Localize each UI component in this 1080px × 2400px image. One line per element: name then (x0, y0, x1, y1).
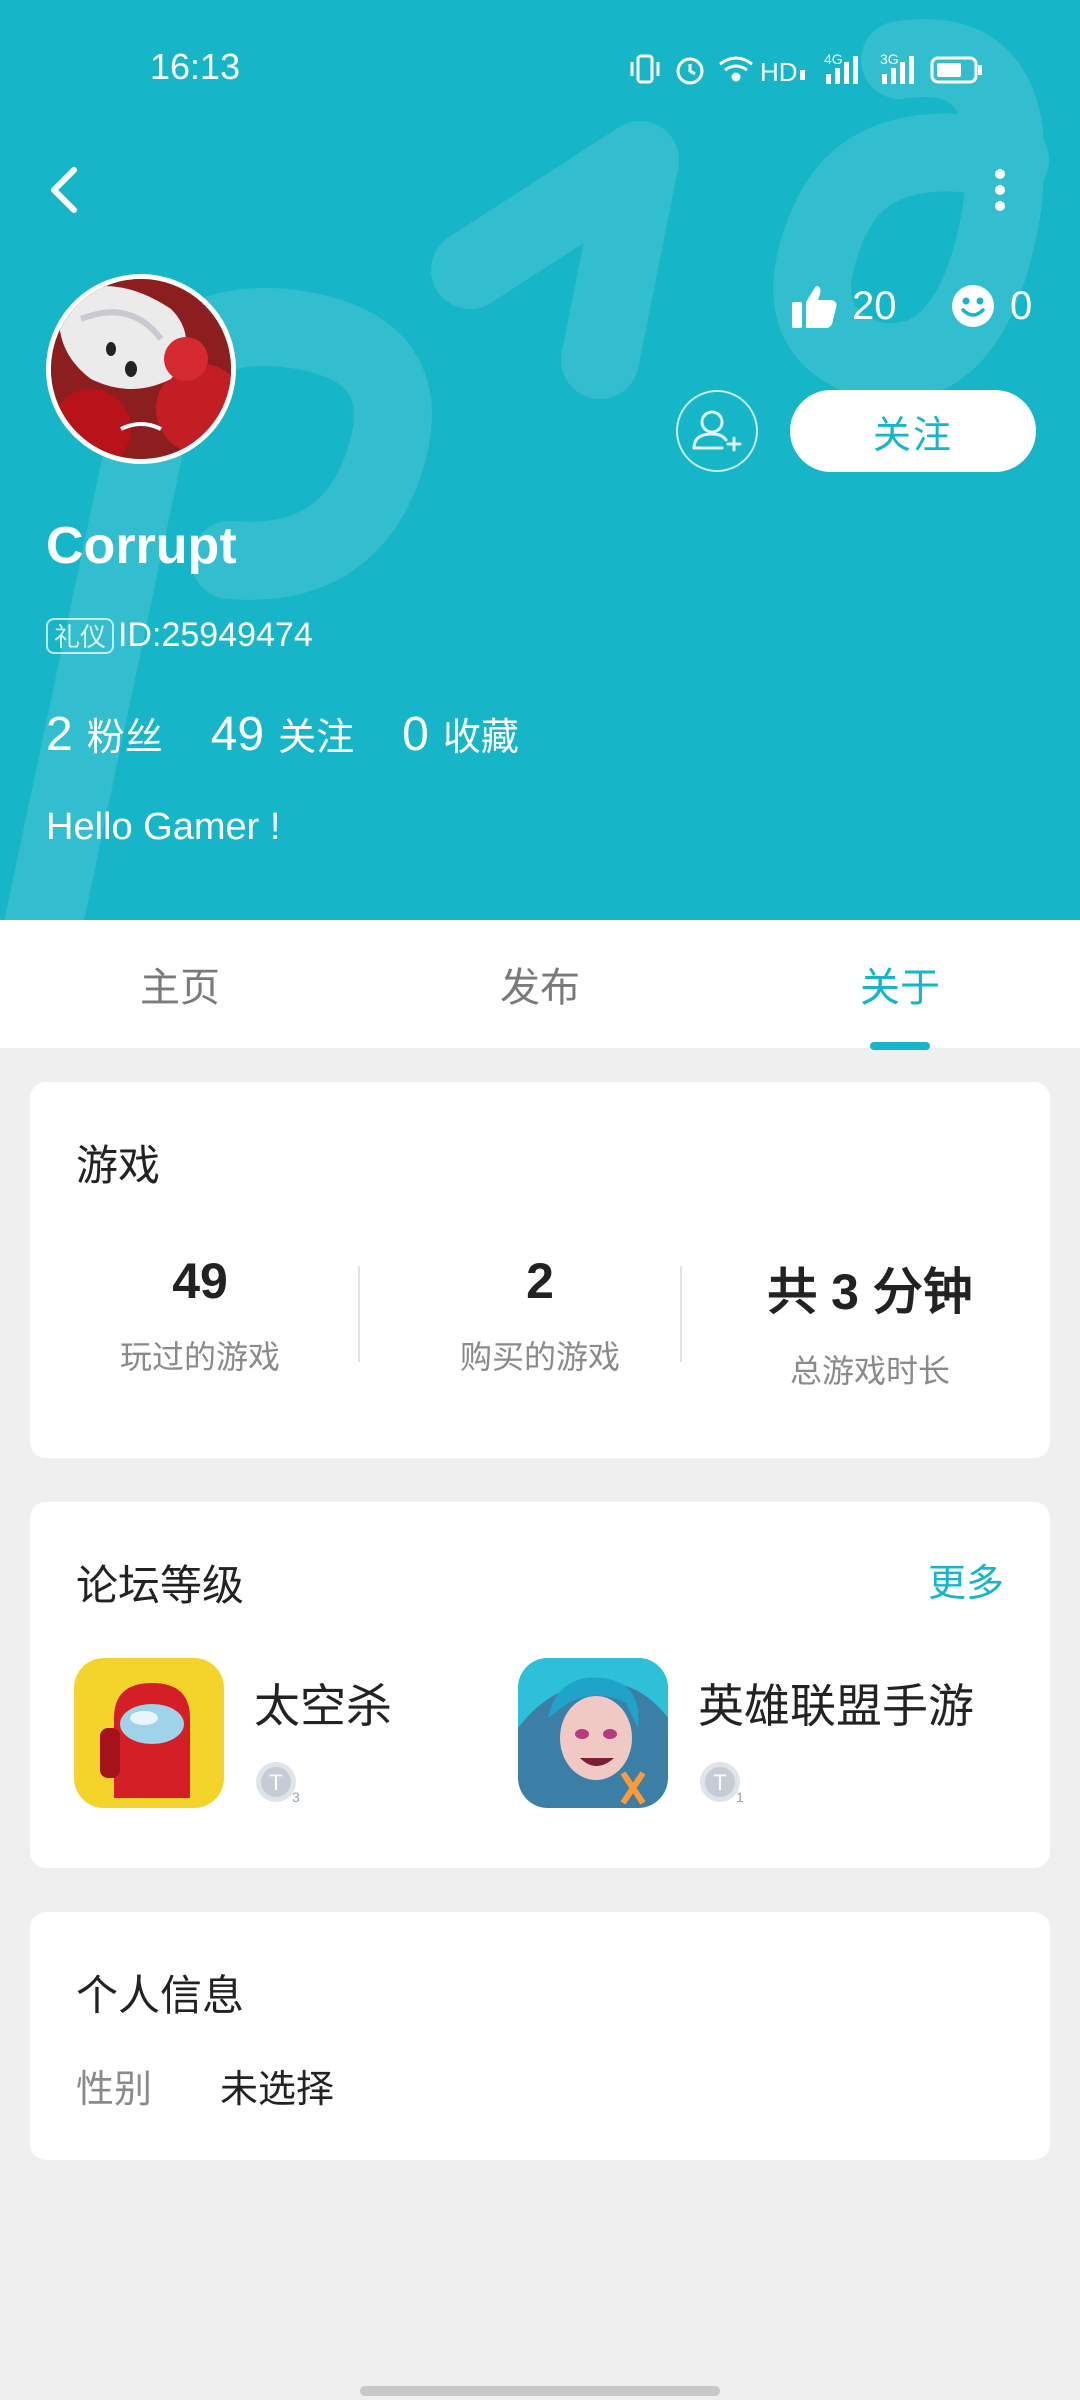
avatar-image (51, 279, 231, 459)
avatar[interactable] (46, 274, 236, 464)
played-games-label: 玩过的游戏 (119, 1338, 280, 1376)
smiles-count: 0 (1010, 283, 1033, 328)
add-user-icon (692, 410, 742, 452)
gender-value: 未选择 (220, 2067, 335, 2111)
svg-text:T: T (713, 1770, 726, 1795)
level-badge-icon: T 3 (256, 1762, 300, 1805)
playtime-value: 共 3 分钟 (767, 1264, 973, 1320)
played-games-stat[interactable]: 49 玩过的游戏 (40, 1252, 360, 1378)
games-card: 游戏 49 玩过的游戏 2 购买的游戏 共 3 分钟 总游戏时长 (30, 1082, 1050, 1458)
level-badge-icon: T 1 (700, 1762, 744, 1805)
game-name: 太空杀 (254, 1679, 392, 1733)
more-options-button[interactable] (972, 150, 1028, 230)
network-3g-label: 3G (880, 51, 899, 67)
game-name: 英雄联盟手游 (698, 1679, 974, 1733)
user-bio: Hello Gamer ! (46, 806, 281, 848)
status-time: 16:13 (150, 46, 241, 87)
level-number: 3 (292, 1789, 300, 1805)
username: Corrupt (46, 517, 237, 575)
back-button[interactable] (38, 150, 94, 230)
more-link[interactable]: 更多 (928, 1552, 1004, 1607)
favorites-label[interactable]: 收藏 (443, 706, 519, 761)
likes-count: 20 (852, 283, 897, 328)
followers-count[interactable]: 2 (46, 707, 73, 762)
profile-header: 16:13 HD 4G 3G 20 0 关注 Corrupt 礼仪 ID:259… (0, 0, 1080, 920)
active-tab-indicator (870, 1042, 930, 1050)
following-count[interactable]: 49 (211, 707, 264, 762)
games-card-title: 游戏 (76, 1141, 161, 1190)
purchased-games-stat[interactable]: 2 购买的游戏 (380, 1252, 700, 1378)
tab-home[interactable]: 主页 (0, 920, 360, 1048)
user-id: ID:25949474 (118, 616, 313, 654)
user-id-row: 礼仪 ID:25949474 (46, 616, 313, 655)
following-label[interactable]: 关注 (278, 706, 354, 761)
gender-label: 性别 (76, 2067, 153, 2111)
divider (680, 1266, 682, 1362)
etiquette-badge: 礼仪 (46, 617, 115, 654)
thumbs-up-icon (792, 286, 837, 328)
network-hd-label: HD (760, 57, 798, 87)
played-games-value: 49 (172, 1253, 228, 1309)
personal-info-title: 个人信息 (76, 1971, 245, 2020)
likes-stat[interactable]: 20 (790, 276, 897, 336)
level-number: 1 (736, 1789, 744, 1805)
status-icons: HD 4G 3G (630, 51, 982, 87)
forum-card-title: 论坛等级 (76, 1561, 245, 1610)
playtime-label: 总游戏时长 (789, 1352, 950, 1390)
playtime-stat[interactable]: 共 3 分钟 总游戏时长 (710, 1252, 1030, 1392)
home-indicator[interactable] (360, 2386, 720, 2396)
forum-game-item[interactable]: 英雄联盟手游 T 1 (518, 1658, 1038, 1808)
followers-label[interactable]: 粉丝 (87, 706, 163, 761)
among-us-app-icon (74, 1658, 224, 1808)
tab-about[interactable]: 关于 (720, 920, 1080, 1048)
smiles-stat[interactable]: 0 (950, 276, 1032, 336)
league-mobile-app-icon (518, 1658, 668, 1808)
tab-posts[interactable]: 发布 (360, 920, 720, 1048)
purchased-games-label: 购买的游戏 (459, 1338, 620, 1376)
profile-tabs: 主页 发布 关于 (0, 920, 1080, 1048)
forum-game-item[interactable]: 太空杀 T 3 (74, 1658, 494, 1808)
status-bar: 16:13 HD 4G 3G (0, 40, 1080, 100)
follow-counts: 2 粉丝 49 关注 0 收藏 (46, 706, 567, 762)
purchased-games-value: 2 (526, 1253, 554, 1309)
svg-text:T: T (269, 1770, 282, 1795)
personal-info-card: 个人信息 性别 未选择 (30, 1912, 1050, 2160)
follow-button[interactable]: 关注 (790, 390, 1036, 472)
smiley-icon (952, 285, 994, 327)
divider (358, 1266, 360, 1362)
forum-level-card: 论坛等级 更多 太空杀 T 3 英雄联盟手游 T 1 (30, 1502, 1050, 1868)
add-friend-button[interactable] (676, 390, 758, 472)
more-vertical-icon (995, 169, 1005, 211)
chevron-left-icon (51, 167, 77, 213)
network-4g-label: 4G (824, 51, 843, 67)
favorites-count[interactable]: 0 (402, 707, 429, 762)
